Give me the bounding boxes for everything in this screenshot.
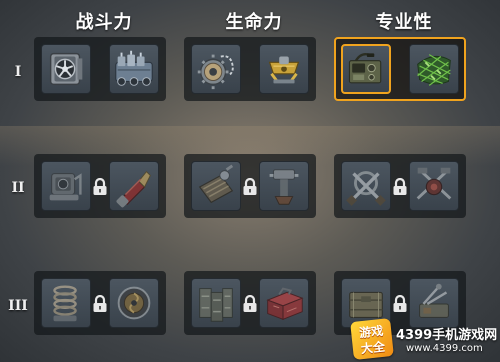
camo-net-icon bbox=[417, 54, 451, 86]
watermark-badge-bottom: 大全 bbox=[360, 339, 386, 357]
row-label-1: I bbox=[14, 64, 22, 80]
header-specialty: 专业性 bbox=[375, 12, 433, 33]
survival-tier3-left-slot[interactable] bbox=[191, 278, 241, 328]
combat-tier1-group bbox=[34, 37, 166, 101]
combat-tier2-group bbox=[34, 154, 166, 218]
track-roller-icon bbox=[198, 164, 234, 204]
survival-tier1-left-slot[interactable] bbox=[191, 44, 241, 94]
header-survival: 生命力 bbox=[225, 12, 283, 33]
ammo-canisters-icon bbox=[115, 50, 153, 86]
survival-tier2-group bbox=[184, 154, 316, 218]
watermark-title: 4399手机游戏网 bbox=[396, 328, 498, 343]
coil-spring-icon bbox=[53, 285, 77, 322]
combat-tier2-right-slot[interactable] bbox=[109, 161, 159, 211]
turbine-fan-icon bbox=[49, 52, 83, 86]
header-combat: 战斗力 bbox=[75, 12, 133, 33]
survival-tier3-right-slot[interactable] bbox=[259, 278, 309, 328]
gold-clamp-icon bbox=[268, 56, 300, 84]
combat-tier1-right-slot[interactable] bbox=[109, 44, 159, 94]
specialty-tier1-left-slot[interactable] bbox=[341, 44, 391, 94]
lock-icon bbox=[92, 295, 108, 313]
loader-armchair-icon bbox=[49, 172, 82, 201]
radio-set-icon bbox=[348, 53, 382, 84]
specialty-tier1-group bbox=[334, 37, 466, 101]
lock-icon bbox=[92, 178, 108, 196]
watermark-url: www.4399.com bbox=[406, 343, 483, 354]
lock-icon bbox=[242, 295, 258, 313]
survival-tier2-left-slot[interactable] bbox=[191, 161, 241, 211]
specialty-tier2-group bbox=[334, 154, 466, 218]
jack-hammer-icon bbox=[269, 169, 299, 205]
combat-tier3-group bbox=[34, 271, 166, 335]
survival-tier3-group bbox=[184, 271, 316, 335]
specialty-tier2-right-slot[interactable] bbox=[409, 161, 459, 211]
watermark: 游戏 大全 4399手机游戏网 www.4399.com bbox=[350, 318, 498, 360]
armor-plates-icon bbox=[199, 288, 233, 322]
survival-tier2-right-slot[interactable] bbox=[259, 161, 309, 211]
row-label-3: III bbox=[8, 298, 28, 314]
red-toolbox-icon bbox=[266, 287, 304, 321]
red-shell-icon bbox=[116, 170, 151, 208]
gear-chain-icon bbox=[197, 54, 234, 90]
combat-tier3-right-slot[interactable] bbox=[109, 278, 159, 328]
lock-icon bbox=[392, 178, 408, 196]
lock-icon bbox=[392, 295, 408, 313]
row-label-2: II bbox=[11, 180, 25, 196]
repair-kit-icon bbox=[416, 167, 452, 200]
crossed-tools-icon bbox=[346, 171, 386, 206]
specialty-tier1-right-slot[interactable] bbox=[409, 44, 459, 94]
rotor-disc-icon bbox=[117, 286, 151, 320]
watermark-logo: 游戏 大全 bbox=[350, 318, 394, 360]
survival-tier1-group bbox=[184, 37, 316, 101]
lock-icon bbox=[242, 178, 258, 196]
combat-tier1-left-slot[interactable] bbox=[41, 44, 91, 94]
survival-tier1-right-slot[interactable] bbox=[259, 44, 309, 94]
combat-tier3-left-slot[interactable] bbox=[41, 278, 91, 328]
combat-tier2-left-slot[interactable] bbox=[41, 161, 91, 211]
specialty-tier2-left-slot[interactable] bbox=[341, 161, 391, 211]
